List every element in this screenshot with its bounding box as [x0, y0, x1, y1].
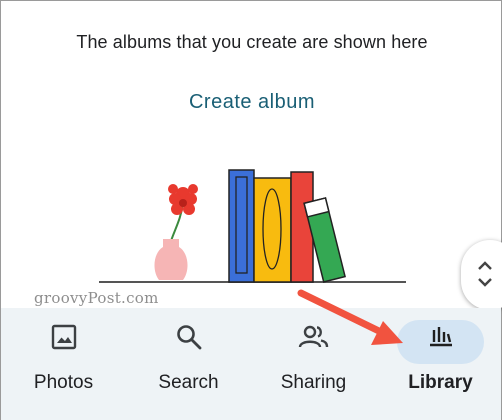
blue-book — [228, 169, 255, 283]
flower-icon — [168, 184, 198, 215]
nav-tab-photos[interactable]: Photos — [1, 308, 126, 420]
nav-label-photos: Photos — [33, 372, 94, 393]
empty-state-message: The albums that you create are shown her… — [76, 32, 428, 52]
photo-icon — [51, 324, 76, 350]
nav-label-search: Search — [158, 372, 219, 393]
books-illustration — [99, 169, 406, 283]
search-icon — [176, 325, 201, 350]
library-icon — [429, 327, 452, 347]
nav-label-sharing: Sharing — [280, 372, 347, 393]
yellow-book — [253, 177, 292, 283]
scroll-arrows-icon — [478, 261, 492, 287]
create-album-button[interactable]: Create album — [1, 91, 502, 114]
watermark: groovyPost.com — [34, 289, 159, 307]
nav-label-library: Library — [408, 372, 473, 393]
nav-tab-search[interactable]: Search — [126, 308, 251, 420]
bottom-navigation-bar: Photos Search Sharing Library — [1, 308, 501, 420]
scroll-handle[interactable] — [461, 240, 502, 310]
vase — [154, 239, 188, 280]
annotation-arrow — [297, 289, 403, 345]
